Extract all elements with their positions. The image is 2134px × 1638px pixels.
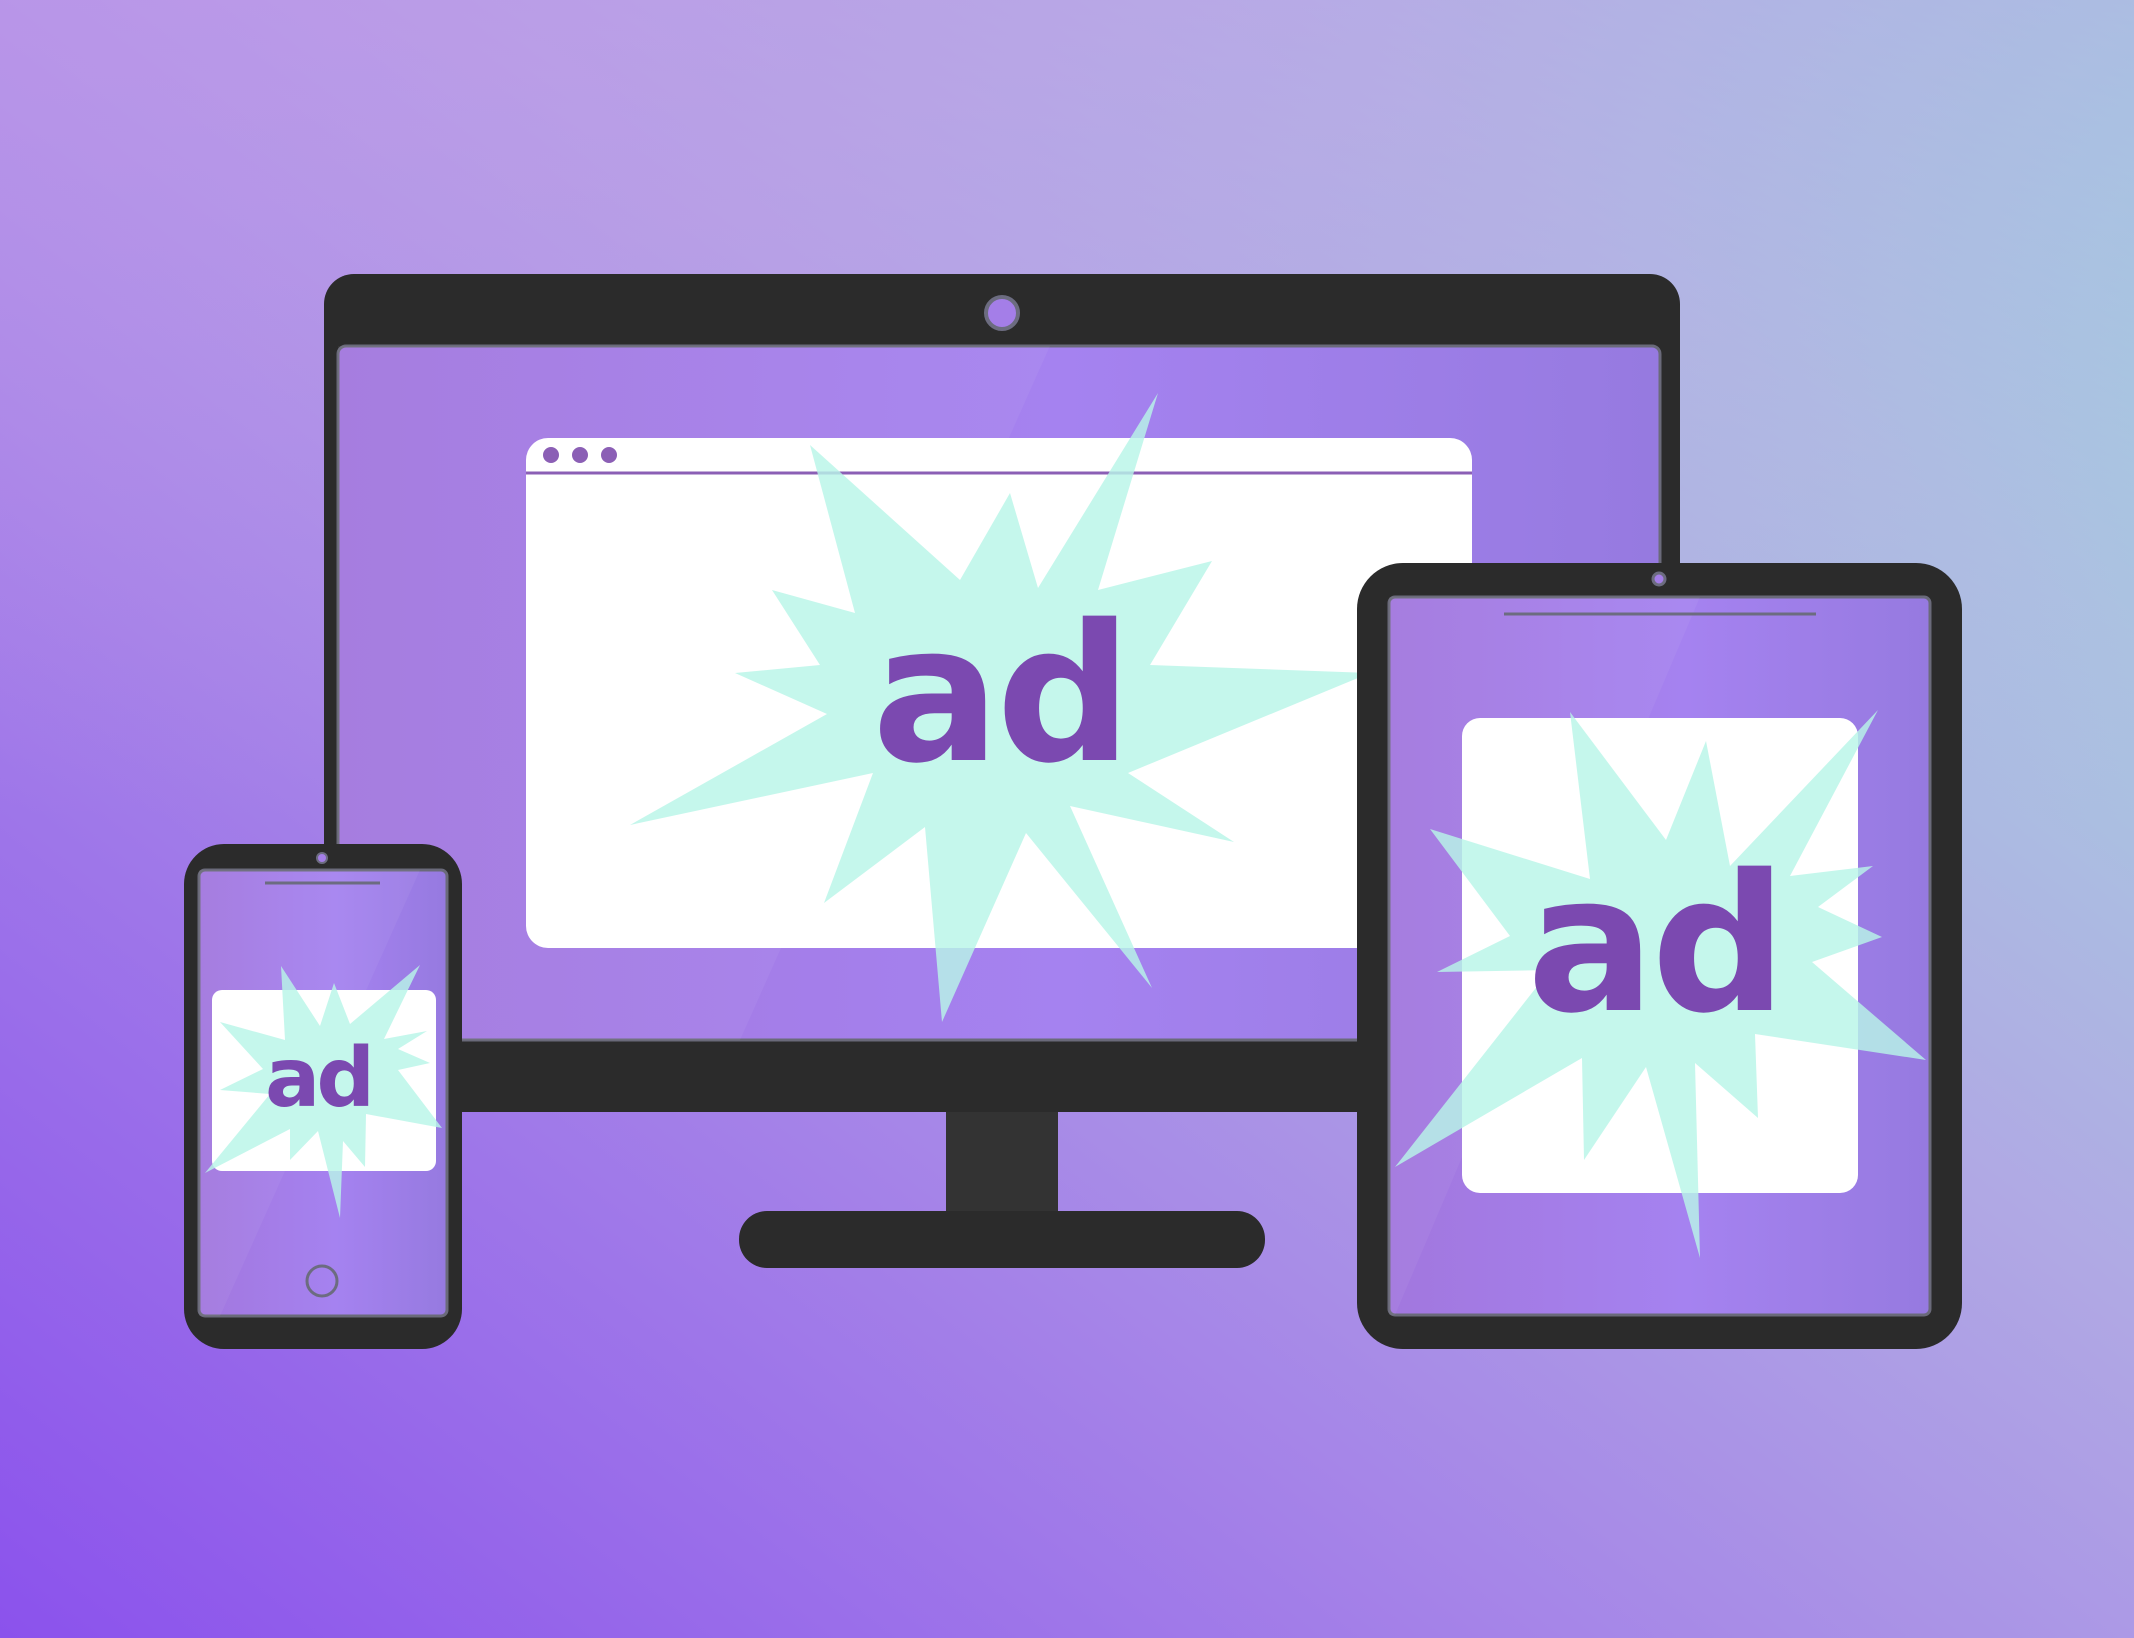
camera-icon: [984, 295, 1020, 331]
phone-ad-label: ad: [265, 1031, 371, 1126]
window-controls-icon: [543, 447, 617, 463]
monitor-ad-label: ad: [872, 584, 1128, 805]
camera-icon: [316, 852, 328, 864]
monitor-stand-neck: [946, 1110, 1058, 1214]
phone-device: ad: [184, 844, 462, 1349]
camera-icon: [1651, 571, 1667, 587]
tablet-device: ad: [1357, 563, 1962, 1349]
tablet-ad-label: ad: [1527, 834, 1783, 1055]
monitor-stand-base: [739, 1211, 1265, 1268]
devices-illustration: ad ad ad: [0, 0, 2134, 1638]
